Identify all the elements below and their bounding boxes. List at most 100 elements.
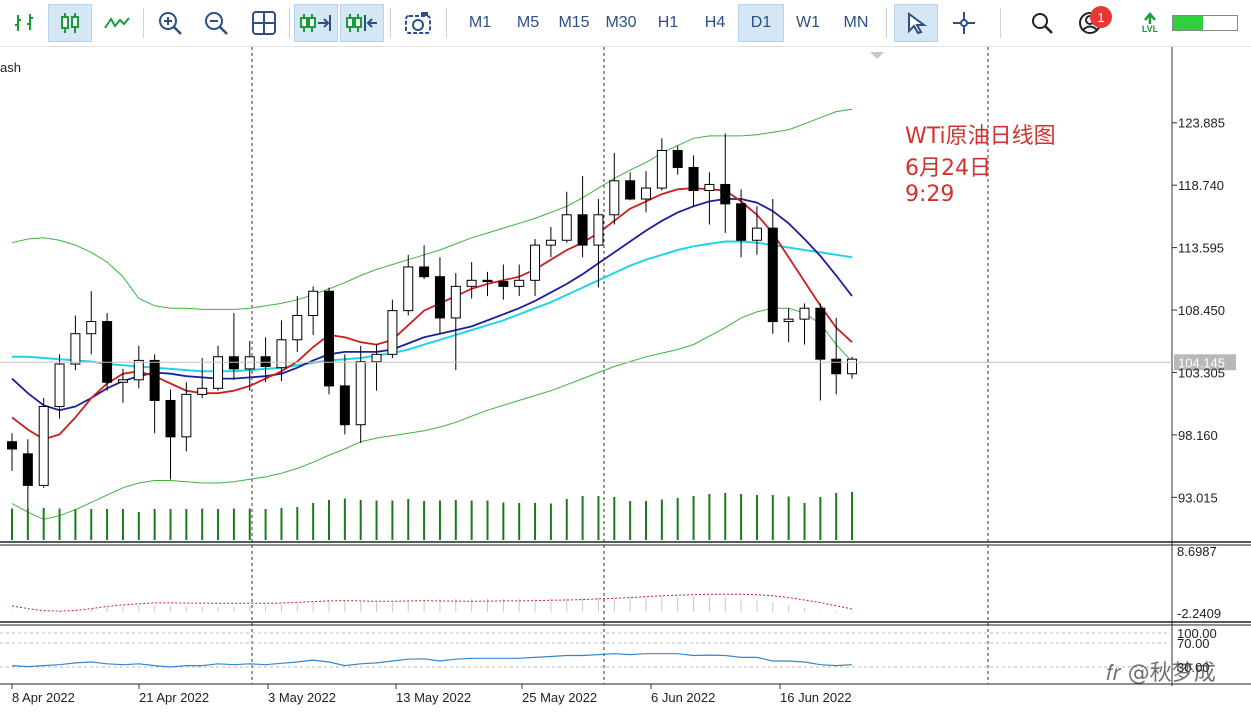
candle-body-bullish (117, 379, 128, 383)
timeframe-m5-button[interactable]: M5 (506, 4, 550, 42)
volume-bar (153, 509, 156, 540)
volume-bar (58, 508, 61, 540)
candle-body-bearish (736, 203, 747, 241)
timeframe-mn-button[interactable]: MN (834, 4, 878, 42)
lvl-label: LVL (1141, 24, 1159, 34)
candle-body-bullish (514, 279, 525, 287)
volume-bar (787, 496, 790, 540)
volume-bar (454, 500, 457, 540)
battery-level-icon (1172, 15, 1238, 31)
search-icon[interactable] (1022, 4, 1062, 42)
volume-bar (26, 508, 29, 540)
candle-body-bullish (86, 321, 97, 335)
candle-body-bearish (102, 321, 113, 383)
volume-bar (708, 494, 711, 540)
volume-bar (280, 508, 283, 540)
candle-body-bearish (339, 385, 350, 426)
volume-bar (518, 503, 521, 540)
candle-body-bullish (403, 266, 414, 312)
candle-body-bullish (355, 361, 366, 426)
candle-body-bearish (720, 183, 731, 205)
volume-bar (296, 507, 299, 540)
volume-bar (232, 508, 235, 540)
price-tick-label: 113.595 (1178, 241, 1224, 256)
candlestick-chart-icon[interactable] (48, 4, 92, 42)
bar-chart-icon[interactable] (6, 4, 46, 42)
candle (324, 287, 334, 395)
volume-bar (597, 496, 600, 540)
candle-body-bearish (7, 441, 17, 450)
auto-scroll-icon[interactable] (294, 4, 338, 42)
chart-shift-icon[interactable] (340, 4, 384, 42)
zoom-out-icon[interactable] (196, 4, 236, 42)
crosshair-icon[interactable] (944, 4, 984, 42)
candle-body-bearish (419, 266, 430, 278)
volume-bar (90, 509, 93, 540)
date-label: 6 Jun 2022 (651, 690, 715, 705)
volume-bar (423, 501, 426, 540)
screenshot-icon[interactable] (398, 4, 438, 42)
volume-bar (851, 492, 854, 540)
grid-icon[interactable] (244, 4, 284, 42)
candle-body-bearish (688, 166, 699, 192)
volume-bar (502, 502, 505, 540)
date-label: 25 May 2022 (522, 690, 597, 705)
candle (38, 398, 49, 488)
candle-body-bearish (434, 276, 445, 319)
candle (102, 313, 113, 391)
candle-body-bullish (466, 279, 477, 287)
candle-body-bullish (530, 244, 541, 281)
timeframe-h1-button[interactable]: H1 (648, 4, 688, 42)
timeframe-m15-button[interactable]: M15 (552, 4, 596, 42)
chart-area[interactable]: ash104.145123.885118.740113.595108.45010… (0, 47, 1251, 716)
timeframe-m1-button[interactable]: M1 (458, 4, 502, 42)
timeframe-d1-button[interactable]: D1 (738, 4, 784, 42)
candle-body-bullish (704, 183, 715, 192)
volume-bar (534, 503, 537, 540)
symbol-label: ash (0, 60, 21, 75)
volume-bar (549, 503, 552, 540)
candle-body-bearish (228, 356, 239, 370)
price-tick-label: 108.450 (1178, 303, 1225, 318)
volume-bar (169, 509, 172, 540)
candle-body-bearish (149, 359, 160, 401)
candle-body-bullish (70, 333, 81, 365)
volume-bar (121, 509, 124, 540)
price-tick-label: 93.015 (1178, 490, 1218, 505)
candle-body-bullish (561, 214, 572, 241)
timeframe-m30-button[interactable]: M30 (598, 4, 644, 42)
timeframe-h4-button[interactable]: H4 (694, 4, 736, 42)
candle-body-bearish (577, 214, 588, 246)
volume-bar (771, 495, 774, 540)
candle-body-bullish (292, 315, 303, 341)
volume-bar (692, 496, 695, 540)
volume-bar (248, 508, 251, 540)
annotation-date: 6月24日 (905, 156, 991, 181)
candle-body-bullish (751, 227, 762, 241)
toolbar: M1 M5 M15 M30 H1 H4 D1 W1 MN 1 LVL (0, 0, 1251, 47)
candle-body-bullish (593, 214, 604, 246)
volume-bar (660, 499, 663, 540)
volume-bar (613, 497, 616, 540)
zoom-in-icon[interactable] (150, 4, 190, 42)
signal-level-icon[interactable]: LVL (1130, 4, 1170, 42)
notification-badge[interactable]: 1 (1090, 6, 1112, 28)
candle-body-bullish (213, 356, 224, 389)
timeframe-w1-button[interactable]: W1 (788, 4, 828, 42)
candle-body-bullish (371, 353, 382, 363)
volume-bar (740, 494, 743, 540)
cursor-icon[interactable] (894, 4, 938, 42)
candle-body-bearish (672, 149, 683, 168)
candle-body-bearish (831, 358, 842, 375)
line-chart-icon[interactable] (96, 4, 138, 42)
volume-bar (724, 493, 727, 540)
date-label: 21 Apr 2022 (139, 690, 209, 705)
candle-body-bullish (545, 239, 556, 246)
candle-body-bullish (197, 387, 208, 395)
date-label: 13 May 2022 (396, 690, 471, 705)
candle-body-bearish (22, 453, 33, 486)
candle-body-bearish (260, 356, 271, 367)
volume-bar (106, 509, 109, 540)
candle-body-bearish (815, 307, 826, 360)
candle-body-bullish (656, 149, 667, 189)
